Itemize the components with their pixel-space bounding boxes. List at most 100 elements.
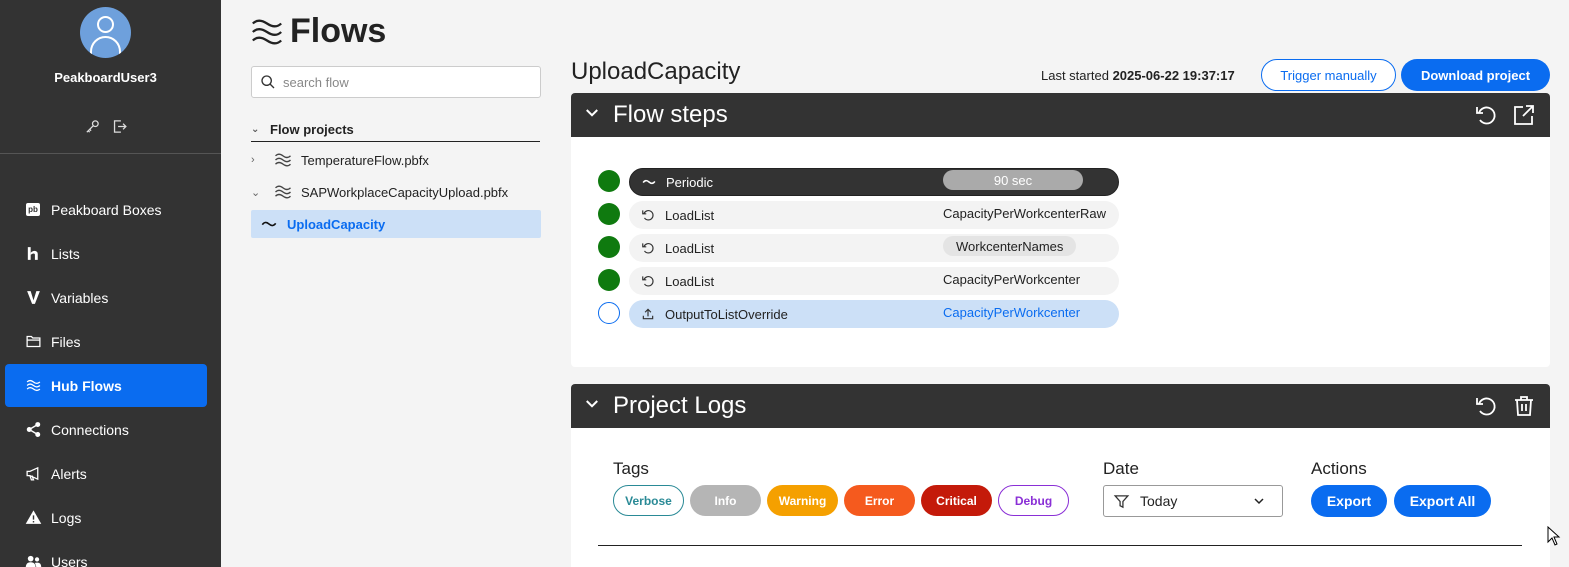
upload-icon <box>642 308 654 320</box>
step-status-done <box>598 269 620 291</box>
flow-step[interactable]: LoadList CapacityPerWorkcenter <box>598 265 1119 295</box>
flows-icon <box>275 185 291 199</box>
sidebar-item-label: Files <box>51 333 81 350</box>
wave-icon <box>261 221 277 227</box>
sidebar-divider <box>0 153 221 154</box>
flow-steps-header: Flow steps <box>571 93 1550 137</box>
sidebar-item-label: Alerts <box>51 465 87 482</box>
export-all-button[interactable]: Export All <box>1394 485 1491 517</box>
sidebar-item-logs[interactable]: Logs <box>5 496 207 539</box>
step-name: LoadList <box>665 273 715 289</box>
reload-icon <box>642 243 654 254</box>
share-icon <box>24 421 42 439</box>
trash-icon[interactable] <box>1512 394 1536 423</box>
date-select[interactable]: Today <box>1103 485 1283 517</box>
step-name: OutputToListOverride <box>665 306 788 322</box>
tree-item-project[interactable]: ⌄ SAPWorkplaceCapacityUpload.pbfx <box>251 178 508 206</box>
sidebar-item-lists[interactable]: Lists <box>5 232 207 275</box>
flow-step[interactable]: LoadList WorkcenterNames <box>598 232 1119 262</box>
sidebar-item-hub-flows[interactable]: Hub Flows <box>5 364 207 407</box>
sidebar-item-label: Hub Flows <box>51 377 122 394</box>
sidebar-item-alerts[interactable]: Alerts <box>5 452 207 495</box>
variables-icon <box>24 289 42 307</box>
date-label: Date <box>1103 459 1139 478</box>
flows-icon <box>275 153 291 167</box>
sidebar-item-files[interactable]: Files <box>5 320 207 363</box>
tags-label: Tags <box>613 459 649 478</box>
trigger-manually-button[interactable]: Trigger manually <box>1261 59 1396 91</box>
project-logs-title: Project Logs <box>613 392 747 419</box>
flow-steps-title: Flow steps <box>613 101 728 128</box>
sidebar-item-label: Peakboard Boxes <box>51 201 162 218</box>
step-value: CapacityPerWorkcenter <box>943 271 1081 287</box>
tree-item-selected-flow[interactable]: UploadCapacity <box>251 210 541 238</box>
flow-step[interactable]: LoadList CapacityPerWorkcenterRaw <box>598 199 1119 229</box>
step-status-done <box>598 236 620 258</box>
sidebar-item-label: Logs <box>51 509 82 526</box>
warning-icon <box>24 509 42 527</box>
tag-debug[interactable]: Debug <box>998 485 1069 516</box>
step-status-pending <box>598 302 620 324</box>
flow-step[interactable]: OutputToListOverride CapacityPerWorkcent… <box>598 298 1119 328</box>
tag-critical[interactable]: Critical <box>921 485 992 516</box>
step-value: WorkcenterNames <box>943 236 1077 256</box>
step-name: LoadList <box>665 240 715 256</box>
logout-icon[interactable] <box>111 118 128 140</box>
tag-error[interactable]: Error <box>844 485 915 516</box>
tree-header-flow-projects[interactable]: ⌄ Flow projects <box>251 118 540 142</box>
chevron-down-icon[interactable] <box>583 395 613 418</box>
actions-label: Actions <box>1311 459 1367 478</box>
sidebar-nav: pb Peakboard Boxes Lists Variables Files <box>5 188 207 567</box>
export-button[interactable]: Export <box>1311 485 1387 517</box>
refresh-icon[interactable] <box>1474 103 1498 132</box>
flow-step[interactable]: Periodic 90 sec <box>598 166 1119 196</box>
filter-icon <box>1113 494 1130 508</box>
tag-verbose[interactable]: Verbose <box>613 485 684 516</box>
sidebar-item-peakboard-boxes[interactable]: pb Peakboard Boxes <box>5 188 207 231</box>
page-title-text: Flows <box>290 12 387 50</box>
step-value: 90 sec <box>943 170 1083 190</box>
lists-icon <box>24 245 42 263</box>
username: PeakboardUser3 <box>54 70 157 85</box>
step-value: CapacityPerWorkcenterRaw <box>943 205 1107 221</box>
open-external-icon[interactable] <box>1512 103 1536 132</box>
step-value-link[interactable]: CapacityPerWorkcenter <box>943 302 1080 322</box>
last-started-value: 2025-06-22 19:37:17 <box>1112 68 1235 83</box>
sidebar: PeakboardUser3 pb Peakboard Boxes Lists … <box>0 0 221 567</box>
sidebar-item-label: Connections <box>51 421 129 438</box>
avatar[interactable] <box>80 7 131 58</box>
sidebar-item-label: Users <box>51 553 88 567</box>
page-title: Flows <box>250 12 386 51</box>
tree-item-label: SAPWorkplaceCapacityUpload.pbfx <box>301 184 509 200</box>
last-started-label: Last started <box>1041 68 1109 83</box>
date-select-value: Today <box>1140 493 1178 509</box>
logs-divider <box>598 545 1522 546</box>
sidebar-item-label: Variables <box>51 289 109 306</box>
step-name: LoadList <box>665 207 715 223</box>
sidebar-item-connections[interactable]: Connections <box>5 408 207 451</box>
refresh-icon[interactable] <box>1474 394 1498 423</box>
chevron-right-icon[interactable]: › <box>251 154 273 166</box>
flows-icon <box>252 19 282 44</box>
tag-warning[interactable]: Warning <box>767 485 838 516</box>
tag-info[interactable]: Info <box>690 485 761 516</box>
step-status-done <box>598 170 620 192</box>
sidebar-item-users[interactable]: Users <box>5 540 207 567</box>
sidebar-item-variables[interactable]: Variables <box>5 276 207 319</box>
reload-icon <box>642 276 654 287</box>
search-icon <box>261 75 275 89</box>
tree-item-project[interactable]: › TemperatureFlow.pbfx <box>251 146 429 174</box>
chevron-down-icon[interactable]: ⌄ <box>251 186 273 199</box>
user-actions <box>84 118 128 140</box>
key-icon[interactable] <box>84 118 101 140</box>
tree-header-label: Flow projects <box>270 122 354 137</box>
tree-item-label: UploadCapacity <box>287 216 386 232</box>
chevron-down-icon <box>1254 498 1264 505</box>
download-project-button[interactable]: Download project <box>1401 59 1550 91</box>
chevron-down-icon[interactable] <box>583 104 613 127</box>
chevron-down-icon: ⌄ <box>251 124 260 135</box>
last-started: Last started 2025-06-22 19:37:17 <box>1041 68 1235 83</box>
step-name: Periodic <box>666 174 713 190</box>
project-logs-panel: Project Logs <box>571 384 1550 429</box>
search-input[interactable] <box>283 74 523 90</box>
